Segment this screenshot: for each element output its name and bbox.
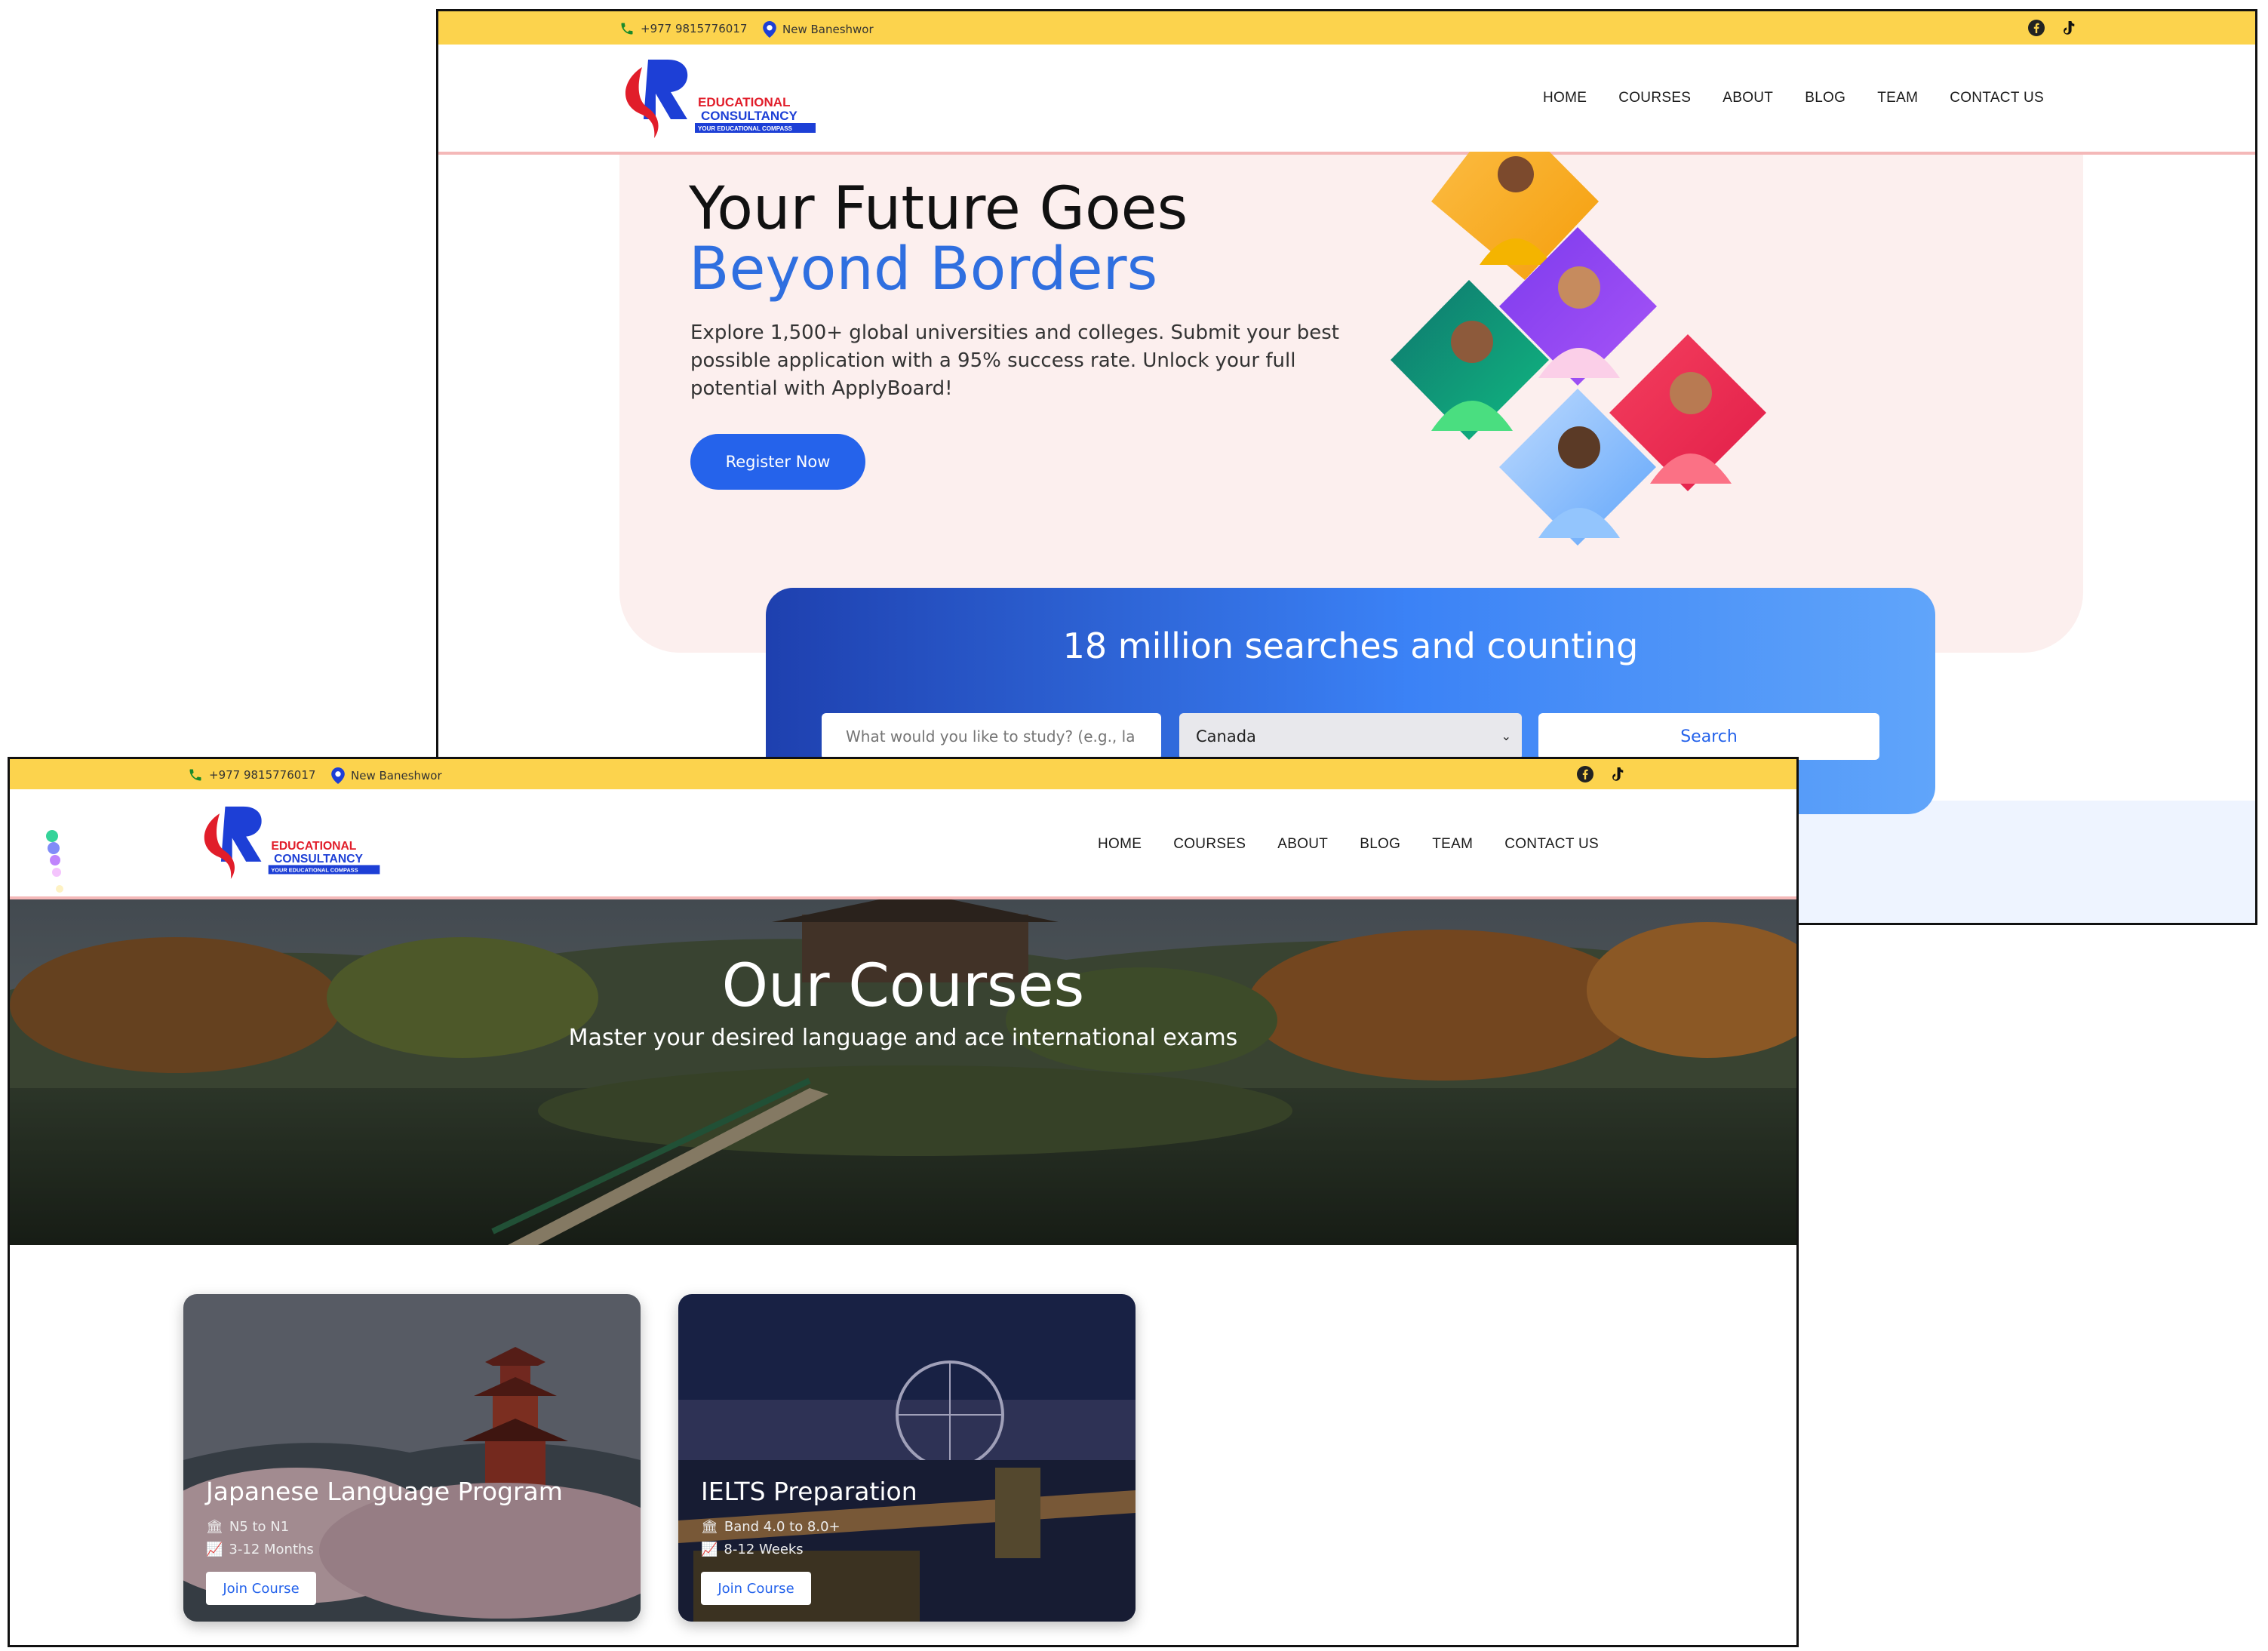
course-level-text: N5 to N1 (229, 1519, 290, 1535)
courses-hero-banner (10, 899, 1796, 1245)
join-course-button[interactable]: Join Course (206, 1572, 316, 1605)
nav-courses[interactable]: COURSES (1618, 90, 1691, 106)
course-level: 🏛 N5 to N1 (206, 1519, 289, 1535)
chart-icon: 📈 (206, 1542, 223, 1557)
page-title: Our Courses (721, 952, 1085, 1020)
course-duration-text: 8-12 Weeks (724, 1542, 804, 1557)
student-photo-collage (1391, 152, 1766, 546)
course-level-text: Band 4.0 to 8.0+ (724, 1519, 841, 1535)
main-nav: HOME COURSES ABOUT BLOG TEAM CONTACT US (1098, 836, 1630, 853)
course-title: Japanese Language Program (206, 1477, 563, 1506)
tiktok-icon[interactable] (2059, 19, 2077, 37)
page-subtitle: Master your desired language and ace int… (568, 1025, 1238, 1051)
section-background (1796, 801, 2255, 923)
location-contact: New Baneshwor (331, 767, 442, 784)
main-navbar: EDUCATIONAL CONSULTANCY YOUR EDUCATIONAL… (10, 789, 1796, 910)
country-selected: Canada (1196, 727, 1256, 746)
logo-tagline: YOUR EDUCATIONAL COMPASS (271, 867, 358, 874)
nav-blog[interactable]: BLOG (1360, 836, 1400, 853)
main-navbar: EDUCATIONAL CONSULTANCY YOUR EDUCATIONAL… (438, 45, 2255, 155)
logo-line2: CONSULTANCY (274, 853, 363, 865)
location-text: New Baneshwor (782, 23, 874, 36)
main-nav: HOME COURSES ABOUT BLOG TEAM CONTACT US (1543, 90, 2076, 106)
course-title: IELTS Preparation (701, 1477, 917, 1506)
logo-line1: EDUCATIONAL (698, 95, 790, 109)
social-links (1576, 765, 1626, 783)
phone-contact[interactable]: +977 9815776017 (619, 21, 747, 36)
course-card-japanese[interactable]: Japanese Language Program 🏛 N5 to N1 📈 3… (183, 1294, 641, 1622)
social-links (2027, 19, 2077, 37)
institution-icon: 🏛 (206, 1519, 223, 1535)
nav-contact[interactable]: CONTACT US (1950, 90, 2044, 106)
nav-courses[interactable]: COURSES (1173, 836, 1246, 853)
course-card-ielts[interactable]: IELTS Preparation 🏛 Band 4.0 to 8.0+ 📈 8… (678, 1294, 1136, 1622)
brand-logo[interactable]: EDUCATIONAL CONSULTANCY YOUR EDUCATIONAL… (619, 49, 823, 147)
phone-number: +977 9815776017 (641, 22, 748, 35)
hero-title-line1: Your Future Goes (689, 175, 1188, 243)
chart-icon: 📈 (701, 1542, 718, 1557)
location-text: New Baneshwor (351, 769, 442, 782)
location-contact: New Baneshwor (763, 21, 874, 38)
logo-tagline: YOUR EDUCATIONAL COMPASS (698, 125, 793, 132)
nav-team[interactable]: TEAM (1432, 836, 1473, 853)
phone-number: +977 9815776017 (209, 768, 316, 782)
nav-about[interactable]: ABOUT (1723, 90, 1773, 106)
location-pin-icon (763, 21, 776, 38)
search-button[interactable]: Search (1538, 713, 1879, 760)
courses-page-screenshot: +977 9815776017 New Baneshwor EDUCATIONA… (8, 757, 1799, 1647)
join-course-button[interactable]: Join Course (701, 1572, 811, 1605)
facebook-icon[interactable] (2027, 19, 2045, 37)
facebook-icon[interactable] (1576, 765, 1594, 783)
search-title: 18 million searches and counting (1062, 626, 1639, 666)
nav-team[interactable]: TEAM (1877, 90, 1918, 106)
chevron-down-icon: ⌄ (1501, 729, 1511, 743)
nav-contact[interactable]: CONTACT US (1504, 836, 1599, 853)
institution-icon: 🏛 (701, 1519, 718, 1535)
hero-title-line2: Beyond Borders (689, 235, 1158, 303)
logo-line1: EDUCATIONAL (271, 840, 356, 853)
nav-home[interactable]: HOME (1098, 836, 1142, 853)
country-select[interactable]: Canada ⌄ (1179, 713, 1522, 760)
course-duration: 📈 8-12 Weeks (701, 1542, 804, 1557)
phone-icon (189, 769, 201, 781)
nav-home[interactable]: HOME (1543, 90, 1587, 106)
nav-about[interactable]: ABOUT (1277, 836, 1328, 853)
phone-contact[interactable]: +977 9815776017 (188, 767, 315, 782)
garden-landscape-image (10, 899, 1796, 1245)
course-duration-text: 3-12 Months (229, 1542, 314, 1557)
course-duration: 📈 3-12 Months (206, 1542, 314, 1557)
register-now-button[interactable]: Register Now (690, 434, 865, 490)
top-bar: +977 9815776017 New Baneshwor (10, 759, 1796, 789)
location-pin-icon (331, 767, 345, 784)
phone-icon (621, 23, 633, 35)
course-level: 🏛 Band 4.0 to 8.0+ (701, 1519, 841, 1535)
brand-logo[interactable]: EDUCATIONAL CONSULTANCY YOUR EDUCATIONAL… (198, 797, 387, 887)
tiktok-icon[interactable] (1608, 765, 1626, 783)
hero-description: Explore 1,500+ global universities and c… (690, 321, 1339, 400)
study-search-input[interactable] (822, 713, 1161, 760)
logo-line2: CONSULTANCY (701, 109, 797, 123)
nav-blog[interactable]: BLOG (1805, 90, 1845, 106)
top-bar: +977 9815776017 New Baneshwor (438, 11, 2255, 45)
